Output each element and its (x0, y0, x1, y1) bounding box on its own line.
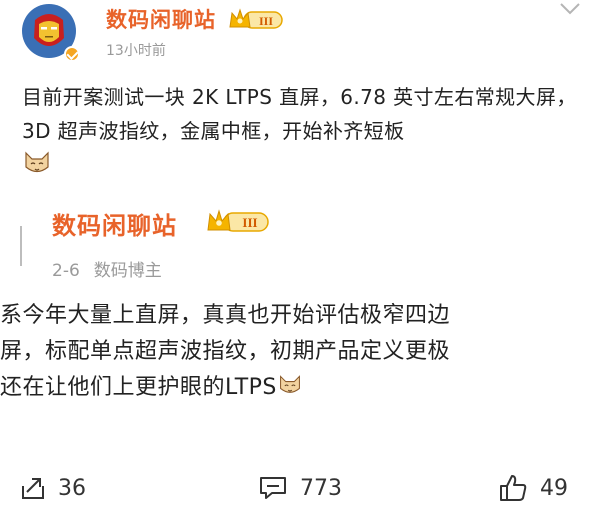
post-time: 13小时前 (106, 43, 166, 59)
action-bar: 36 773 49 (0, 466, 600, 510)
like-count: 49 (540, 475, 568, 501)
cat-emoji-icon (279, 375, 300, 393)
comment-count: 773 (300, 475, 342, 501)
quoted-line-with-emoji: 还在让他们上更护眼的LTPS (0, 370, 600, 406)
comment-icon (260, 477, 286, 499)
cat-emoji-icon (25, 151, 49, 173)
quoted-date: 2-6 (52, 261, 80, 281)
quoted-line: 还在让他们上更护眼的LTPS (0, 375, 277, 400)
repost-icon (22, 478, 44, 499)
collapse-chevron-icon[interactable] (558, 0, 582, 18)
quoted-content: 系今年大量上直屏，真真也开始评估极窄四边 屏，标配单点超声波指纹，初期产品定义更… (0, 298, 600, 406)
like-button[interactable]: 49 (498, 466, 568, 510)
quoted-line: 屏，标配单点超声波指纹，初期产品定义更极 (0, 339, 451, 364)
author-name[interactable]: 数码闲聊站 (106, 4, 216, 34)
quoted-line: 系今年大量上直屏，真真也开始评估极窄四边 (0, 303, 451, 328)
quoted-role: 数码博主 (93, 261, 162, 281)
crown-icon: III (207, 209, 269, 232)
repost-count: 36 (58, 475, 86, 501)
comment-button[interactable]: 773 (258, 466, 342, 510)
quoted-meta: 2-6 数码博主 (52, 256, 162, 281)
quoted-author-name[interactable]: 数码闲聊站 (52, 206, 177, 241)
quote-divider (20, 226, 22, 266)
repost-button[interactable]: 36 (20, 466, 86, 510)
post-header: 数码闲聊站 III 13小时前 (0, 0, 600, 70)
level-badge-text: III (259, 14, 273, 28)
quoted-post[interactable]: 数码闲聊站 III 2-6 数码博主 系今年大量上直屏，真真也开始评估极窄四边 屏… (0, 196, 600, 436)
like-icon (500, 475, 527, 501)
verified-icon (64, 46, 80, 62)
crown-icon: III (229, 8, 283, 29)
quoted-level-badge-text: III (242, 215, 257, 230)
post-content: 目前开案测试一块 2K LTPS 直屏，6.78 英寸左右常规大屏，3D 超声波… (22, 85, 577, 143)
